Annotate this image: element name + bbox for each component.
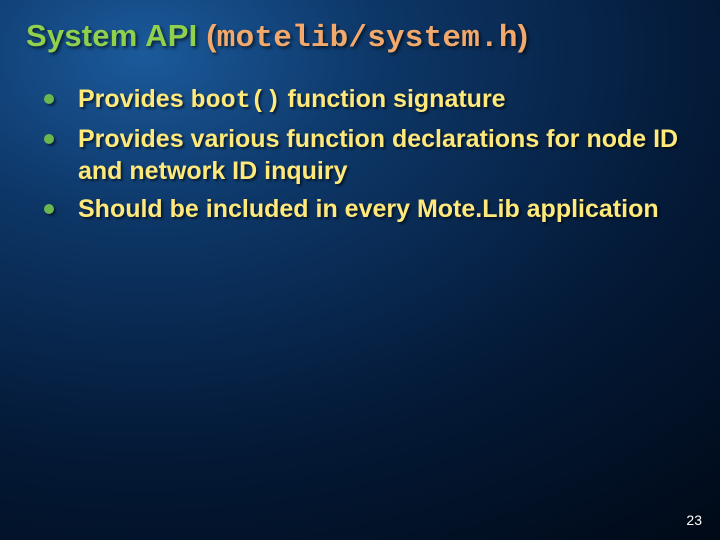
slide-title: System API (motelib/system.h) [26, 18, 694, 57]
title-paren-close: ) [518, 18, 529, 53]
bullet-code: boot() [191, 86, 281, 115]
title-paren-open: ( [206, 18, 217, 53]
list-item: Should be included in every Mote.Lib app… [38, 193, 694, 225]
bullet-list: Provides boot() function signature Provi… [26, 83, 694, 225]
bullet-text-post: function signature [281, 85, 506, 113]
bullet-text-pre: Provides [78, 85, 191, 113]
page-number: 23 [686, 512, 702, 528]
list-item: Provides various function declarations f… [38, 123, 694, 187]
list-item: Provides boot() function signature [38, 83, 694, 117]
slide: System API (motelib/system.h) Provides b… [0, 0, 720, 540]
title-text: System API [26, 18, 206, 53]
bullet-text-pre: Provides various function declarations f… [78, 125, 678, 185]
title-code: motelib/system.h [217, 21, 518, 56]
bullet-text-pre: Should be included in every Mote.Lib app… [78, 195, 659, 223]
